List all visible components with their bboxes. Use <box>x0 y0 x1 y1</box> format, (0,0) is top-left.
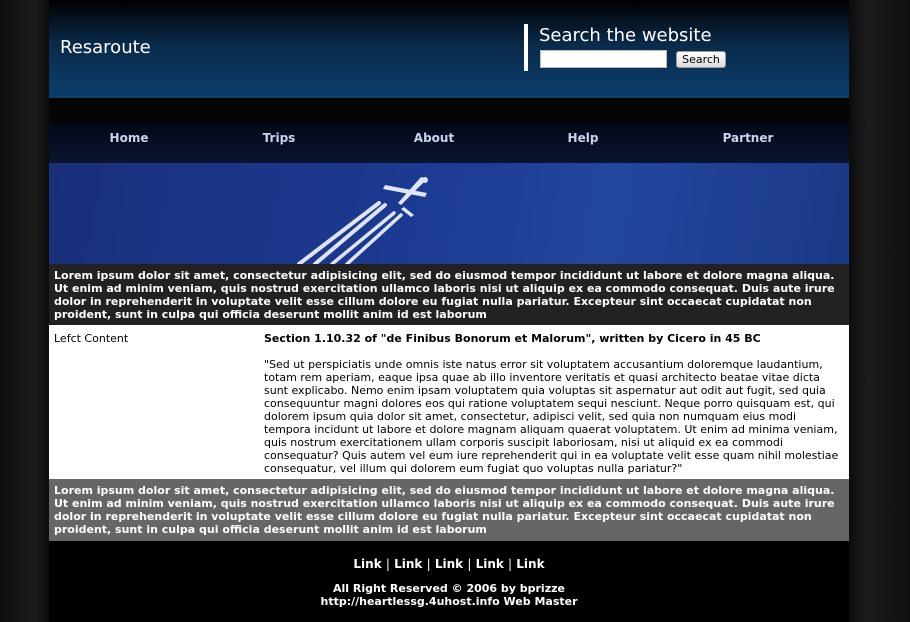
intro-text-block: Lorem ipsum dolor sit amet, consectetur … <box>49 264 849 325</box>
right-shadow <box>849 0 910 622</box>
copyright-notice: All Right Reserved © 2006 by bprizze htt… <box>49 582 849 608</box>
nav-item-about[interactable]: About <box>414 131 454 145</box>
link-separator: | <box>467 557 472 571</box>
footer-link-3[interactable]: Link <box>435 557 463 571</box>
link-separator: | <box>385 557 390 571</box>
footer-link-5[interactable]: Link <box>516 557 544 571</box>
copyright-text: All Right Reserved © 2006 by bprizze <box>333 582 565 595</box>
webmaster-text: http://heartlessg.4uhost.info Web Master <box>320 595 578 608</box>
outro-text-block: Lorem ipsum dolor sit amet, consectetur … <box>49 479 849 541</box>
airplane-contrails-illustration <box>297 177 428 264</box>
search-input[interactable] <box>540 50 667 68</box>
left-shadow <box>0 0 49 622</box>
link-separator: | <box>426 557 431 571</box>
footer-link-2[interactable]: Link <box>394 557 422 571</box>
article-body: "Sed ut perspiciatis unde omnis iste nat… <box>264 358 839 475</box>
link-separator: | <box>508 557 513 571</box>
nav-item-partner[interactable]: Partner <box>723 131 774 145</box>
nav-item-help[interactable]: Help <box>568 131 599 145</box>
search-button[interactable]: Search <box>676 51 726 68</box>
nav-item-home[interactable]: Home <box>110 131 149 145</box>
footer-link-4[interactable]: Link <box>476 557 504 571</box>
site-title[interactable]: Resaroute <box>60 37 151 58</box>
left-content-label: Lefct Content <box>54 332 129 345</box>
search-heading: Search the website <box>539 25 712 46</box>
airplane-icon <box>383 177 428 217</box>
footer: Link | Link | Link | Link | Link All Rig… <box>49 541 849 622</box>
nav-item-trips[interactable]: Trips <box>263 131 296 145</box>
article: Section 1.10.32 of "de Finibus Bonorum e… <box>264 332 844 475</box>
header: Resaroute Search the website Search <box>49 0 849 98</box>
search-panel: Search the website Search <box>524 24 828 71</box>
page-wrapper: Resaroute Search the website Search Home… <box>49 0 849 622</box>
header-banner-image <box>49 163 849 264</box>
main-content: Lefct Content Section 1.10.32 of "de Fin… <box>49 325 849 479</box>
article-title: Section 1.10.32 of "de Finibus Bonorum e… <box>264 332 761 345</box>
footer-links: Link | Link | Link | Link | Link <box>49 557 849 571</box>
footer-link-1[interactable]: Link <box>353 557 381 571</box>
main-nav: Home Trips About Help Partner <box>49 123 849 163</box>
